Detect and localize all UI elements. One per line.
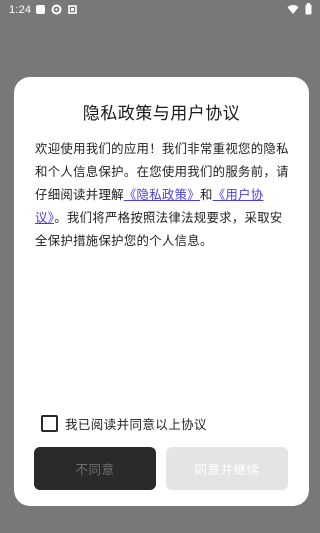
privacy-policy-link[interactable]: 《隐私政策》 — [124, 187, 200, 202]
status-time: 1:24 — [9, 4, 32, 16]
dialog-body: 欢迎使用我们的应用！我们非常重视您的隐私和个人信息保护。在您使用我们的服务前，请… — [35, 137, 290, 252]
status-notification-icons — [35, 4, 78, 15]
sim-notification-icon — [68, 5, 77, 14]
body-text-and: 和 — [200, 187, 213, 202]
app-notification-icon — [36, 5, 45, 14]
body-text-outro: 。我们将严格按照法律法规要求，采取安全保护措施保护您的个人信息。 — [35, 210, 283, 248]
settings-notification-icon — [51, 4, 62, 15]
privacy-dialog: 隐私政策与用户协议 欢迎使用我们的应用！我们非常重视您的隐私和个人信息保护。在您… — [14, 77, 309, 506]
status-system-icons — [287, 3, 312, 15]
agree-checkbox[interactable] — [41, 415, 58, 432]
disagree-button[interactable]: 不同意 — [34, 447, 156, 490]
dialog-title: 隐私政策与用户协议 — [82, 104, 241, 124]
battery-icon — [305, 3, 312, 15]
agree-checkbox-row[interactable]: 我已阅读并同意以上协议 — [41, 414, 207, 433]
wifi-icon — [287, 4, 299, 14]
agree-continue-button[interactable]: 同意并继续 — [166, 447, 288, 490]
status-bar: 1:24 — [0, 0, 320, 22]
agree-checkbox-label[interactable]: 我已阅读并同意以上协议 — [65, 414, 207, 433]
